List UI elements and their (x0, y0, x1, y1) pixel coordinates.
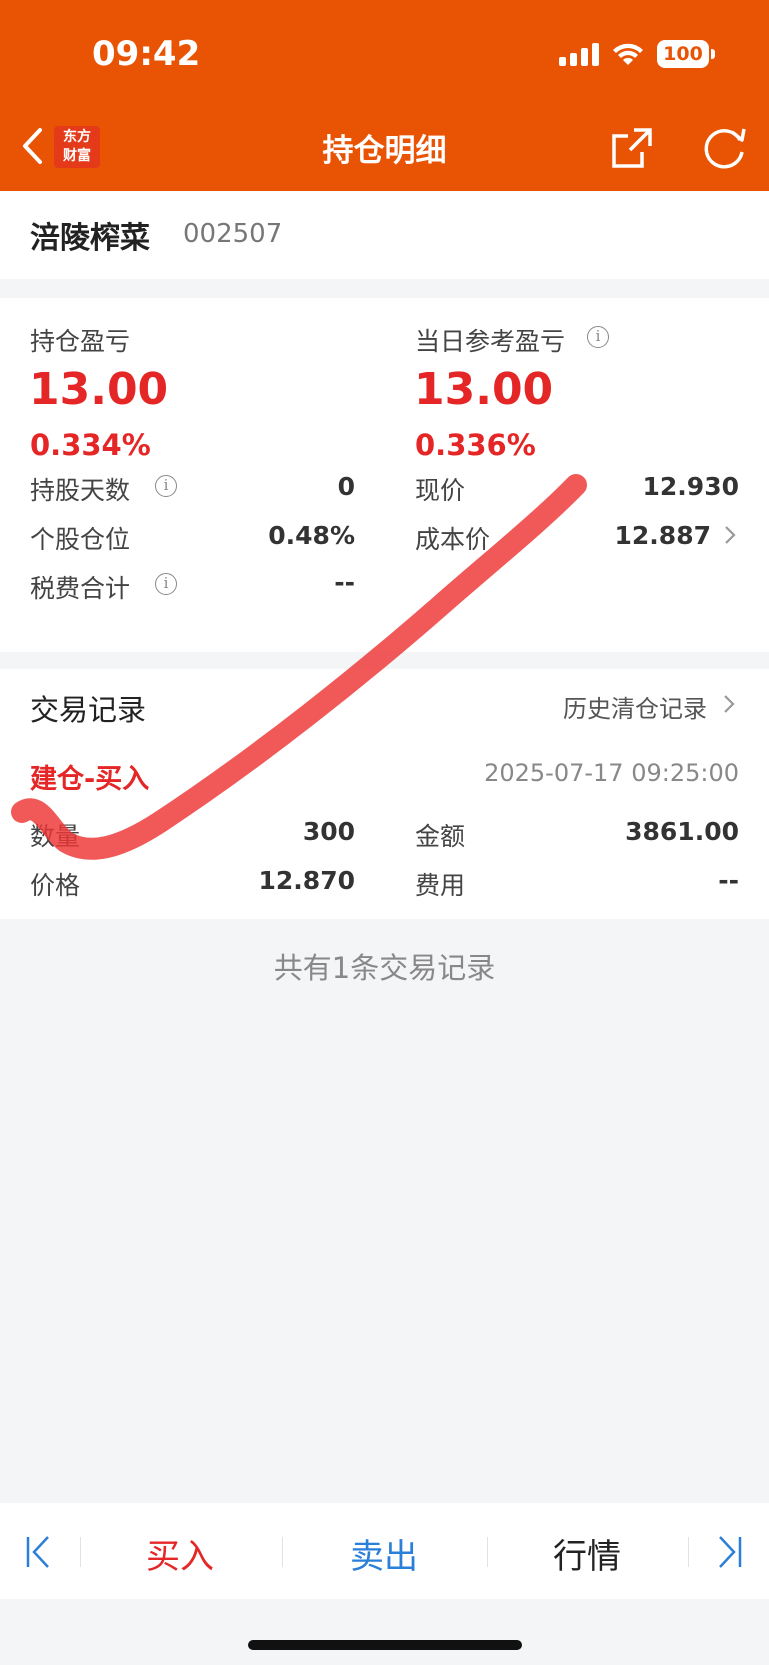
home-indicator (248, 1640, 522, 1650)
top-bar: 09:42 100 东方 财富 持仓明细 (0, 0, 769, 191)
price-label: 价格 (30, 871, 81, 900)
share-icon[interactable] (610, 126, 654, 170)
trade-records-title: 交易记录 (30, 693, 147, 727)
divider (487, 1537, 488, 1567)
chevron-right-icon[interactable] (723, 524, 737, 546)
quantity-label: 数量 (30, 822, 81, 851)
tax-info-icon[interactable]: i (155, 573, 177, 595)
daily-pnl-info-icon[interactable]: i (587, 326, 609, 348)
sell-button[interactable]: 卖出 (350, 1529, 418, 1578)
divider (282, 1537, 283, 1567)
holding-pnl-percent: 0.334% (30, 428, 151, 462)
trade-count-note: 共有1条交易记录 (273, 951, 496, 985)
divider (688, 1537, 689, 1567)
divider (80, 1537, 81, 1567)
hold-days-info-icon[interactable]: i (155, 475, 177, 497)
refresh-icon[interactable] (702, 126, 748, 170)
buy-button[interactable]: 买入 (146, 1529, 214, 1578)
fee-label: 费用 (415, 871, 466, 900)
position-ratio-label: 个股仓位 (30, 525, 131, 554)
quote-button[interactable]: 行情 (553, 1529, 621, 1578)
holding-pnl-value: 13.00 (29, 364, 169, 415)
current-price-value: 12.930 (642, 472, 739, 501)
daily-pnl-percent: 0.336% (415, 428, 536, 462)
status-icons: 100 (559, 40, 715, 68)
status-time: 09:42 (92, 34, 201, 74)
daily-pnl-label: 当日参考盈亏 (415, 327, 566, 356)
bottom-toolbar: 买入 卖出 行情 (0, 1503, 769, 1599)
battery-icon: 100 (657, 40, 715, 68)
history-clearance-link[interactable]: 历史清仓记录 (563, 689, 707, 724)
cost-price-label[interactable]: 成本价 (415, 520, 490, 556)
chevron-right-icon[interactable] (722, 693, 736, 715)
last-page-icon[interactable] (716, 1533, 744, 1571)
hold-days-label: 持股天数 (30, 476, 131, 505)
amount-value: 3861.00 (625, 817, 739, 846)
position-ratio-value: 0.48% (268, 521, 355, 550)
holding-pnl-label: 持仓盈亏 (30, 327, 131, 356)
stock-code: 002507 (183, 219, 283, 249)
amount-label: 金额 (415, 822, 466, 851)
daily-pnl-value: 13.00 (414, 364, 554, 415)
quantity-value: 300 (302, 817, 355, 846)
hold-days-value: 0 (337, 472, 355, 501)
first-page-icon[interactable] (24, 1533, 52, 1571)
current-price-label: 现价 (415, 476, 466, 505)
stock-name: 涪陵榨菜 (30, 221, 150, 256)
wifi-icon (613, 43, 643, 65)
price-value: 12.870 (258, 866, 355, 895)
tax-label: 税费合计 (30, 574, 131, 603)
trade-time: 2025-07-17 09:25:00 (484, 759, 739, 787)
trade-records-card: 交易记录 历史清仓记录 建仓-买入 2025-07-17 09:25:00 数量… (0, 669, 769, 919)
trade-type: 建仓-买入 (30, 764, 150, 795)
cost-price-value[interactable]: 12.887 (615, 521, 711, 550)
position-summary-card: 持仓盈亏 13.00 0.334% 当日参考盈亏 i 13.00 0.336% … (0, 298, 769, 652)
tax-value: -- (334, 568, 355, 597)
stock-header: 涪陵榨菜 002507 (0, 191, 769, 279)
fee-value: -- (718, 866, 739, 895)
signal-icon (559, 42, 599, 66)
